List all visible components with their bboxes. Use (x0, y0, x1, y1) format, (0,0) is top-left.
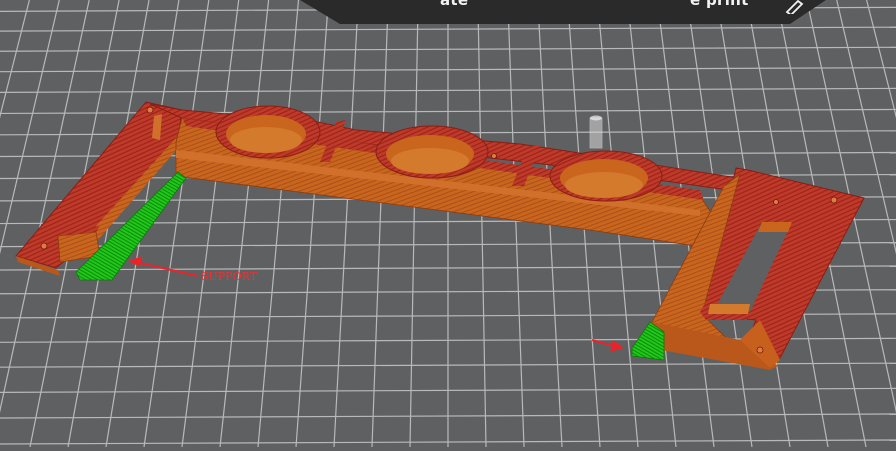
screw-hole (491, 153, 497, 159)
build-plate-scene[interactable] (0, 0, 896, 448)
support-label: SUPPORT (201, 270, 258, 283)
top-banner (300, 0, 826, 24)
screw-hole (773, 199, 779, 205)
screw-hole (756, 346, 764, 354)
screw-hole (830, 196, 838, 204)
screw-hole (146, 106, 154, 114)
cup-holder-3 (549, 150, 663, 202)
wipe-tower-ghost[interactable] (589, 115, 603, 149)
cup-holder-1 (215, 105, 321, 159)
3d-viewport[interactable]: ate e print SUPPORT (0, 0, 896, 448)
cup-holder-2 (375, 125, 489, 179)
screw-hole (40, 242, 48, 250)
